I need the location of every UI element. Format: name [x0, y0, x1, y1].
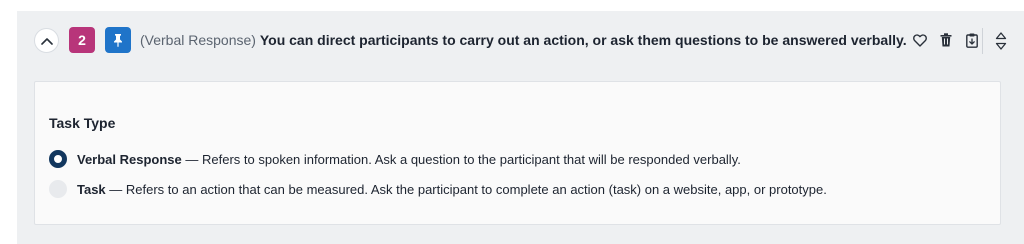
trash-icon [940, 33, 952, 47]
task-type-panel: Task Type Verbal Response — Refers to sp… [34, 81, 1001, 225]
pin-icon [114, 34, 122, 47]
question-header: 2 (Verbal Response) You can direct parti… [17, 11, 1024, 69]
chevron-up-icon [40, 37, 53, 45]
question-text: You can direct participants to carry out… [259, 32, 907, 48]
heart-icon [913, 33, 927, 47]
question-card: 2 (Verbal Response) You can direct parti… [17, 11, 1024, 244]
delete-button[interactable] [936, 30, 956, 50]
option-verbal-response-text: Verbal Response — Refers to spoken infor… [77, 152, 741, 167]
clipboard-icon [966, 33, 978, 48]
reorder-button[interactable] [991, 29, 1011, 53]
header-divider [982, 28, 983, 54]
option-task-description: — Refers to an action that can be measur… [105, 181, 827, 197]
duplicate-button[interactable] [962, 30, 982, 50]
task-type-label: Task Type [49, 115, 116, 131]
reorder-icon [995, 32, 1007, 50]
collapse-button[interactable] [34, 28, 59, 53]
question-title: (Verbal Response) You can direct partici… [140, 31, 907, 49]
favorite-button[interactable] [910, 30, 930, 50]
radio-verbal-response[interactable] [49, 150, 67, 168]
option-verbal-response-description: — Refers to spoken information. Ask a qu… [181, 151, 741, 167]
option-verbal-response[interactable]: Verbal Response — Refers to spoken infor… [49, 149, 741, 169]
option-task-text: Task — Refers to an action that can be m… [77, 182, 827, 197]
radio-task[interactable] [49, 180, 67, 198]
option-task-name: Task [77, 181, 106, 197]
option-task[interactable]: Task — Refers to an action that can be m… [49, 179, 827, 199]
question-type-prefix: (Verbal Response) [140, 32, 256, 48]
question-number-badge: 2 [69, 27, 95, 53]
pin-badge[interactable] [105, 27, 131, 53]
option-verbal-response-name: Verbal Response [77, 151, 182, 167]
